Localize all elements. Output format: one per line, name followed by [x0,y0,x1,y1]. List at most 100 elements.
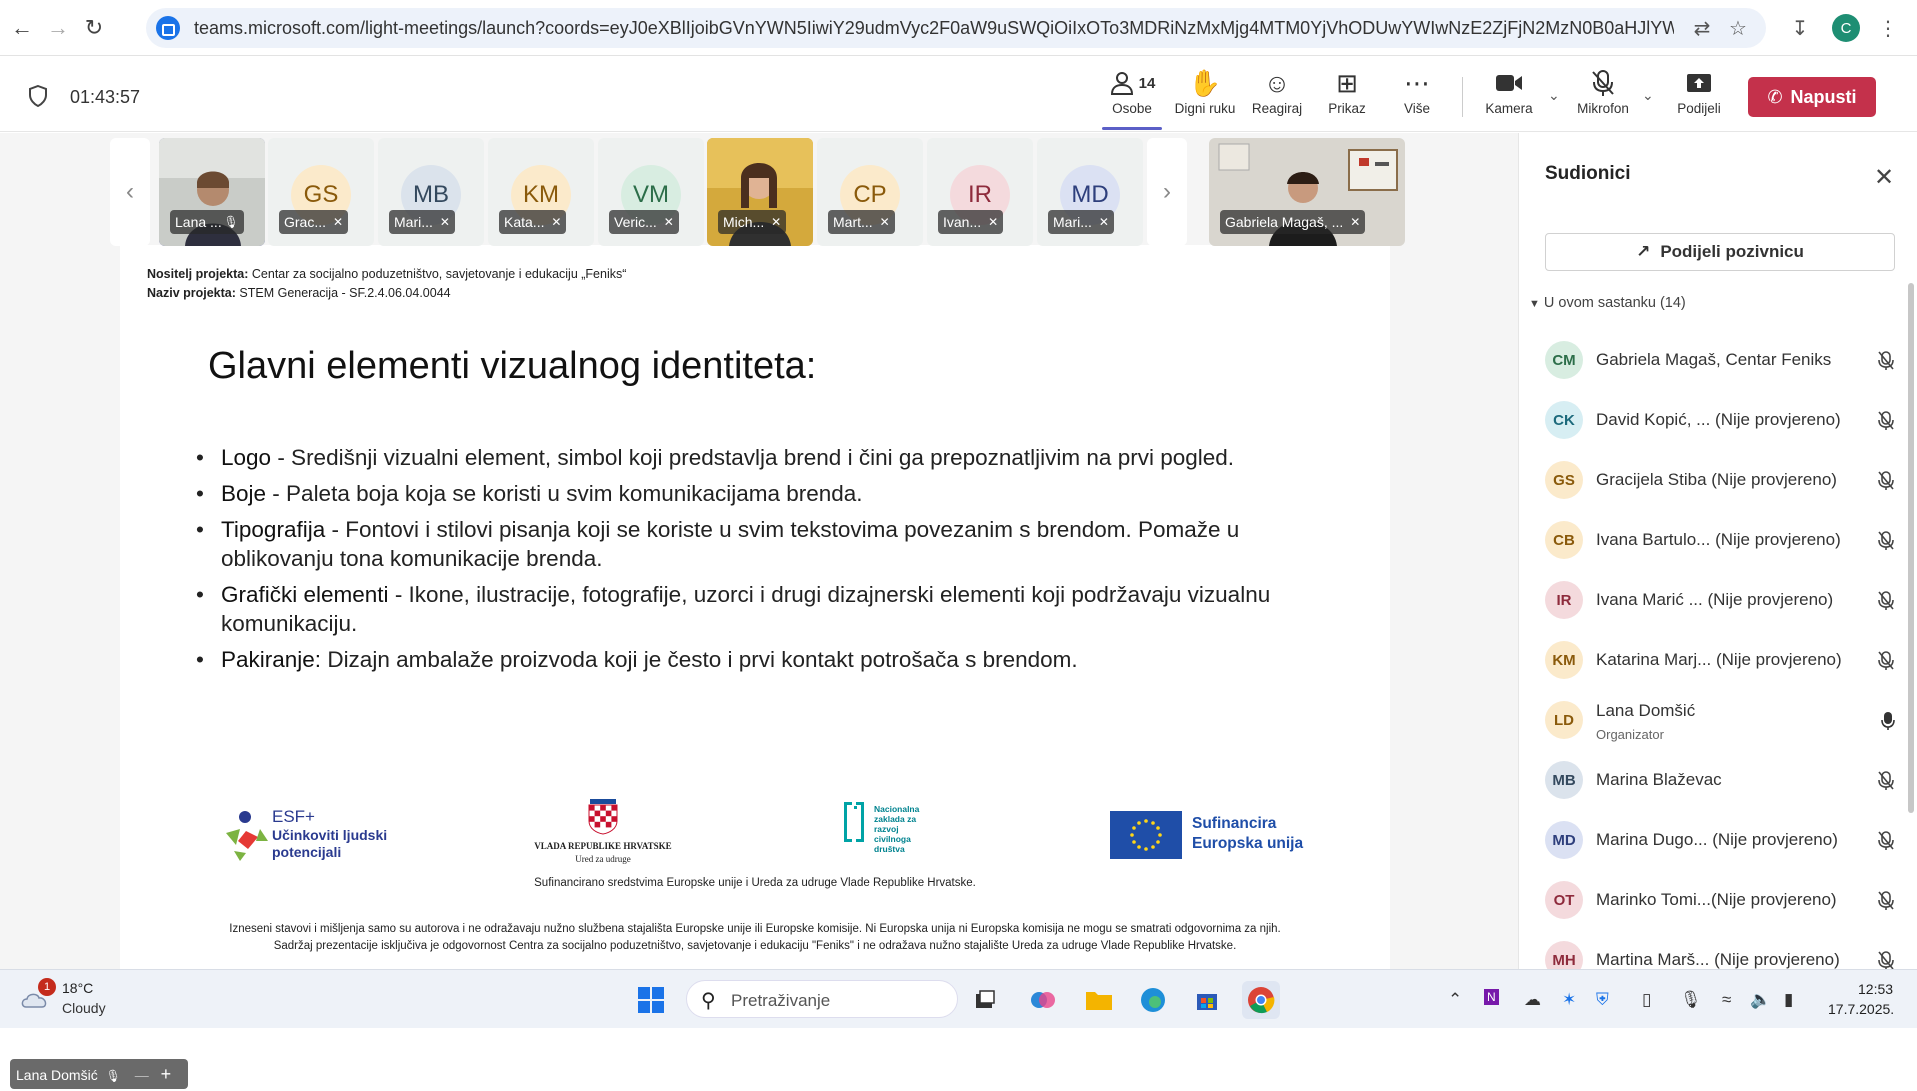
copilot-icon[interactable] [1024,981,1062,1019]
bluetooth-icon[interactable]: ✶ [1562,990,1576,1010]
raise-hand-button[interactable]: ✋ Digni ruku [1170,67,1240,123]
participants-panel: Sudionici ✕ ↗ Podijeli pozivnicu ▼ U ovo… [1518,133,1917,979]
participant-tile[interactable]: CP Mart... ✕ [817,138,923,246]
more-button[interactable]: ⋯ Više [1382,67,1452,123]
camera-options-chevron-icon[interactable]: ⌄ [1548,87,1560,104]
windows-start-icon[interactable] [632,981,670,1019]
participant-row[interactable]: GS Gracijela Stiba (Nije provjereno) [1545,449,1895,509]
disclaimer-line1: Izneseni stavovi i mišljenja samo su aut… [229,923,1281,935]
translate-icon[interactable]: ⇄ [1686,12,1718,44]
participant-row[interactable]: CB Ivana Bartulo... (Nije provjereno) [1545,509,1895,569]
url-text[interactable]: teams.microsoft.com/light-meetings/launc… [194,18,1674,39]
leave-button[interactable]: ✆ Napusti [1748,77,1876,117]
close-icon[interactable]: ✕ [1874,163,1894,192]
participant-name: Gracijela Stiba (Nije provjereno) [1596,470,1837,489]
clock-time[interactable]: 12:53 [1858,981,1893,997]
disclaimer: Izneseni stavovi i mišljenja samo su aut… [120,921,1390,955]
back-arrow-icon[interactable]: ← [6,12,38,44]
file-explorer-icon[interactable] [1080,981,1118,1019]
participant-tile[interactable]: KM Kata... ✕ [488,138,594,246]
participant-avatar: MB [1545,761,1583,799]
mic-off-icon [1877,591,1895,616]
raise-hand-label: Digni ruku [1174,101,1236,116]
strip-next-chevron-icon[interactable]: › [1147,138,1187,246]
microphone-options-chevron-icon[interactable]: ⌄ [1642,87,1654,104]
task-view-icon[interactable] [966,981,1004,1019]
participant-tile[interactable]: VM Veric... ✕ [598,138,704,246]
participant-row[interactable]: LD Lana Domšić Organizator [1545,689,1895,749]
security-shield-icon[interactable]: ⛨ [1596,990,1609,1010]
edge-icon[interactable] [1134,981,1172,1019]
reload-icon[interactable]: ↻ [78,12,110,44]
in-meeting-section-toggle[interactable]: ▼ U ovom sastanku (14) [1529,295,1686,311]
plus-icon[interactable]: + [161,1064,172,1084]
speaker-icon[interactable]: 🔈 [1750,990,1771,1010]
people-button[interactable]: 14 Osobe [1097,67,1167,123]
taskbar-search-input[interactable]: ⚲ Pretraživanje [686,980,958,1018]
mic-off-icon: ✕ [771,215,782,229]
pinned-participant-tile[interactable]: Gabriela Magaš, ... ✕ [1209,138,1405,246]
mic-off-icon [1877,771,1895,796]
bracket-left-icon [844,802,852,842]
panel-scrollbar[interactable] [1908,283,1914,813]
address-bar[interactable]: teams.microsoft.com/light-meetings/launc… [146,8,1766,48]
carrier-value: Centar za socijalno poduzetništvo, savje… [248,267,627,281]
participant-tile[interactable]: Lana ... 🎙 [159,138,265,246]
participant-tile[interactable]: MB Mari... ✕ [378,138,484,246]
bookmark-star-icon[interactable]: ☆ [1722,12,1754,44]
cloud-sync-icon[interactable]: ☁ [1524,990,1541,1010]
smiley-icon: ☺ [1263,67,1291,98]
forward-arrow-icon[interactable]: → [42,12,74,44]
camera-button[interactable]: Kamera [1474,67,1544,123]
battery-icon[interactable]: ▯ [1642,990,1651,1010]
participant-list: CM Gabriela Magaš, Centar Feniks CK David K… [1545,329,1895,989]
view-button[interactable]: ⊞ Prikaz [1312,67,1382,123]
chrome-icon[interactable] [1242,981,1280,1019]
share-button[interactable]: Podijeli [1664,67,1734,123]
mic-off-icon: ✕ [1098,215,1109,229]
participant-row[interactable]: CM Gabriela Magaš, Centar Feniks [1545,329,1895,389]
tile-name-label: Veric... ✕ [609,210,679,234]
participant-row[interactable]: OT Marinko Tomi...(Nije provjereno) [1545,869,1895,929]
participant-tile[interactable]: MD Mari... ✕ [1037,138,1143,246]
profile-avatar[interactable]: C [1832,14,1860,42]
chevron-up-icon[interactable]: ⌃ [1448,990,1462,1010]
react-button[interactable]: ☺ Reagiraj [1242,67,1312,123]
battery-charging-icon[interactable]: ▮ [1784,990,1793,1010]
bullet-term: Grafički elementi [221,582,389,607]
microphone-button[interactable]: Mikrofon [1568,67,1638,123]
weather-condition[interactable]: Cloudy [62,1000,106,1016]
self-view-label[interactable]: Lana Domšić 🎙 — + [10,1059,188,1089]
participant-tile[interactable]: Mich... ✕ [707,138,813,246]
clock-date[interactable]: 17.7.2025. [1828,1001,1894,1017]
participant-name: Gabriela Magaš, Centar Feniks [1596,350,1832,369]
weather-notification-badge: 1 [38,978,56,996]
windows-taskbar: 1 18°C Cloudy ⚲ Pretraživanje ⌃ N ☁ ✶ ⛨ … [0,969,1917,1028]
participant-tile[interactable]: IR Ivan... ✕ [927,138,1033,246]
mic-off-icon [1877,351,1895,376]
browser-menu-icon[interactable]: ⋮ [1872,12,1904,44]
participant-row[interactable]: CK David Kopić, ... (Nije provjereno) [1545,389,1895,449]
microphone-tray-icon[interactable]: 🎙 [1680,990,1702,1010]
participant-row[interactable]: MD Marina Dugo... (Nije provjereno) [1545,809,1895,869]
download-icon[interactable]: ↧ [1784,12,1816,44]
wifi-icon[interactable]: ≈ [1722,990,1731,1010]
store-icon[interactable] [1188,981,1226,1019]
minimize-icon[interactable]: — [135,1067,149,1083]
weather-temperature[interactable]: 18°C [62,980,93,996]
participant-avatar: IR [1545,581,1583,619]
search-icon: ⚲ [701,990,716,1012]
participant-row[interactable]: KM Katarina Marj... (Nije provjereno) [1545,629,1895,689]
participant-avatar: CK [1545,401,1583,439]
participant-row[interactable]: MB Marina Blaževac [1545,749,1895,809]
eu-line2: Europska unija [1192,835,1304,852]
esf-logo: ESF+ Učinkoviti ljudski potencijali [220,807,410,867]
share-invite-button[interactable]: ↗ Podijeli pozivnicu [1545,233,1895,271]
teams-site-icon [156,16,180,40]
participant-row[interactable]: IR Ivana Marić ... (Nije provjereno) [1545,569,1895,629]
participant-tile[interactable]: GS Grac... ✕ [268,138,374,246]
participant-name: Katarina Marj... (Nije provjereno) [1596,650,1842,669]
strip-prev-chevron-icon[interactable]: ‹ [110,138,150,246]
onenote-icon[interactable]: N [1484,989,1499,1005]
bullet-term: Tipografija [221,517,326,542]
